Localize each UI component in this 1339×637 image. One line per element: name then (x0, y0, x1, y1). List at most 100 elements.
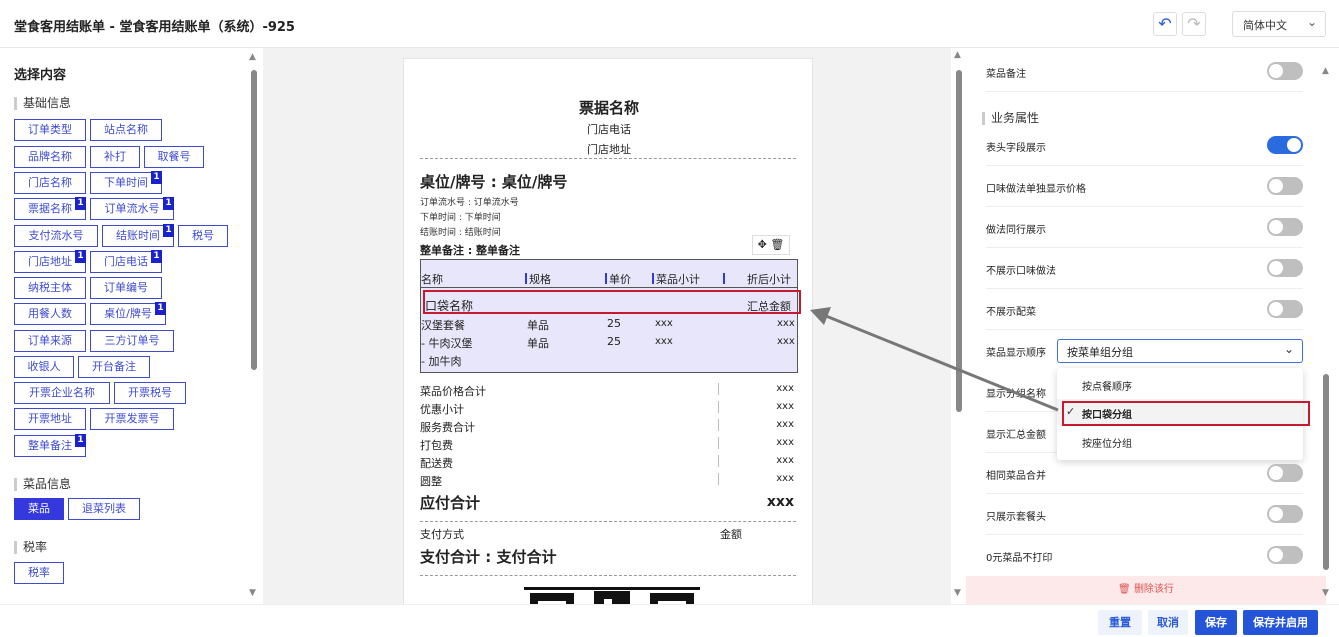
payable-total-value: xxx (766, 494, 794, 510)
toggle-switch[interactable] (1267, 464, 1303, 482)
save-button[interactable]: 保存 (1195, 610, 1237, 635)
section-business: 业务属性 (982, 112, 1039, 125)
right-scrollbar[interactable]: ▲ ▼ (1320, 54, 1332, 598)
summary-row: 打包费 xxx (420, 437, 794, 452)
tag-invoice-company[interactable]: 开票企业名称 (14, 382, 110, 404)
tag-pickup-number[interactable]: 取餐号 (144, 146, 204, 168)
store-phone[interactable]: 门店电话 (404, 121, 814, 137)
column-subtotal: 菜品小计 (652, 271, 700, 287)
group-name: 口袋名称 (425, 299, 474, 313)
tag-store-phone[interactable]: 门店电话 1 (90, 250, 162, 273)
toggle-switch[interactable] (1267, 259, 1303, 277)
save-enable-button[interactable]: 保存并启用 (1243, 610, 1318, 635)
language-select[interactable]: 简体中文 ⌄ (1232, 11, 1326, 37)
tag-tax-id[interactable]: 税号 (178, 225, 228, 247)
tag-order-remark[interactable]: 整单备注 1 (14, 434, 86, 457)
tag-order-serial[interactable]: 订单流水号 1 (90, 197, 174, 220)
undo-icon[interactable]: ↶ (1153, 12, 1177, 36)
item-spec: 单品 (527, 337, 549, 350)
scroll-thumb[interactable] (251, 70, 257, 370)
scroll-up-icon[interactable]: ▲ (249, 52, 256, 62)
receipt-title[interactable]: 票据名称 (404, 97, 814, 118)
tag-dish[interactable]: 菜品1 (14, 498, 73, 520)
tag-store-address[interactable]: 门店地址 1 (14, 250, 86, 273)
scroll-down-icon[interactable]: ▼ (954, 588, 961, 598)
tag-order-time[interactable]: 下单时间 1 (90, 171, 162, 194)
tag-invoice-address[interactable]: 开票地址 (14, 408, 86, 430)
tag-checkout-time[interactable]: 结账时间 1 (102, 224, 174, 247)
column-spec: 规格 (525, 271, 551, 287)
tag-open-remark[interactable]: 开台备注 (78, 356, 150, 378)
setting-method-inline: 做法同行展示 (986, 208, 1303, 248)
tag-invoice-tax-id[interactable]: 开票税号 (114, 382, 186, 404)
tag-order-source[interactable]: 订单来源 (14, 330, 86, 352)
scroll-up-icon[interactable]: ▲ (954, 50, 961, 60)
group-row-highlight[interactable] (423, 290, 801, 314)
display-order-select[interactable]: 按菜单组分组 ⌄ (1057, 339, 1303, 363)
tag-cashier[interactable]: 收银人 (14, 356, 74, 378)
cancel-button[interactable]: 取消 (1148, 610, 1188, 635)
item-subtotal: xxx (655, 336, 673, 347)
paid-total[interactable]: 支付合计 : 支付合计 (420, 546, 556, 567)
top-bar: 堂食客用结账单 - 堂食客用结账单（系统）-925 ↶ ↷ 简体中文 ⌄ (0, 0, 1339, 48)
store-address[interactable]: 门店地址 (404, 141, 814, 157)
tag-brand-name[interactable]: 品牌名称 (14, 146, 86, 168)
setting-dish-note: 菜品备注 (986, 52, 1303, 92)
tag-reprint[interactable]: 补打 (90, 146, 140, 168)
item-discount: xxx (777, 336, 795, 347)
scroll-thumb[interactable] (956, 70, 962, 412)
checkout-time[interactable]: 结账时间 : 结账时间 (420, 225, 501, 238)
scroll-down-icon[interactable]: ▼ (1322, 588, 1329, 598)
order-remark[interactable]: 整单备注 : 整单备注 (420, 242, 520, 258)
scroll-up-icon[interactable]: ▲ (1322, 66, 1329, 76)
tag-receipt-name[interactable]: 票据名称 1 (14, 197, 86, 220)
order-serial[interactable]: 订单流水号 : 订单流水号 (420, 195, 519, 208)
toggle-switch[interactable] (1267, 300, 1303, 318)
left-scrollbar[interactable]: ▲ ▼ (248, 52, 260, 598)
tag-diners[interactable]: 用餐人数 (14, 303, 86, 325)
tag-payment-serial[interactable]: 支付流水号 (14, 225, 98, 247)
page-title: 堂食客用结账单 - 堂食客用结账单（系统）-925 (14, 20, 295, 35)
delete-row-button[interactable]: 🗑 删除该行 (966, 576, 1326, 604)
option-seat-group[interactable]: 按座位分组 (1057, 428, 1303, 454)
item-name: - 牛肉汉堡 (421, 337, 473, 350)
scroll-down-icon[interactable]: ▼ (249, 588, 256, 598)
properties-panel: 菜品备注 业务属性 表头字段展示 口味做法单独显示价格 做法同行展示 不展示口味… (966, 48, 1339, 604)
toggle-switch[interactable] (1267, 177, 1303, 195)
summary-row: 服务费合计 xxx (420, 419, 794, 434)
divider (420, 158, 796, 159)
payable-total-label[interactable]: 应付合计 (420, 492, 480, 513)
scroll-thumb[interactable] (1323, 374, 1329, 570)
tag-tax-rate[interactable]: 税率 (14, 562, 64, 584)
delete-icon[interactable]: 🗑 (770, 238, 784, 251)
order-time[interactable]: 下单时间 : 下单时间 (420, 210, 501, 223)
tag-returned-dishes[interactable]: 退菜列表 (68, 498, 140, 520)
option-order-sequence[interactable]: 按点餐顺序 (1057, 371, 1303, 397)
tag-order-type[interactable]: 订单类型 (14, 119, 86, 141)
toggle-switch[interactable] (1267, 62, 1303, 80)
tag-tax-entity[interactable]: 纳税主体 (14, 277, 86, 299)
toggle-switch[interactable] (1267, 505, 1303, 523)
tag-order-number[interactable]: 订单编号 (90, 277, 162, 299)
redo-icon[interactable]: ↷ (1182, 12, 1206, 36)
setting-combo-header-only: 只展示套餐头 (986, 495, 1303, 535)
column-name: 名称 (421, 273, 443, 286)
divider (420, 521, 796, 522)
toggle-switch[interactable] (1267, 218, 1303, 236)
tag-invoice-number[interactable]: 开票发票号 (90, 408, 174, 430)
toggle-switch[interactable] (1267, 546, 1303, 564)
tag-store-name[interactable]: 门店名称 (14, 172, 86, 194)
setting-flavor-price: 口味做法单独显示价格 (986, 167, 1303, 207)
dish-table[interactable]: 名称 规格 单价 菜品小计 折后小计 口袋名称 汇总金额 汉堡套餐 单品 25 … (420, 259, 801, 373)
setting-merge-same-dish: 相同菜品合并 (986, 454, 1303, 494)
tag-table-number[interactable]: 桌位/牌号 1 (90, 302, 166, 325)
tag-site-name[interactable]: 站点名称 (90, 119, 162, 141)
reset-button[interactable]: 重置 (1098, 610, 1142, 635)
toggle-switch[interactable] (1267, 136, 1303, 154)
move-icon[interactable]: ✥ (758, 238, 767, 251)
table-number[interactable]: 桌位/牌号 : 桌位/牌号 (420, 171, 567, 192)
canvas-scrollbar[interactable]: ▲ ▼ (953, 50, 965, 598)
section-basic-info: 基础信息 (14, 97, 71, 110)
tag-third-party-order[interactable]: 三方订单号 (90, 330, 174, 352)
summary-row: 圆整 xxx (420, 473, 794, 488)
